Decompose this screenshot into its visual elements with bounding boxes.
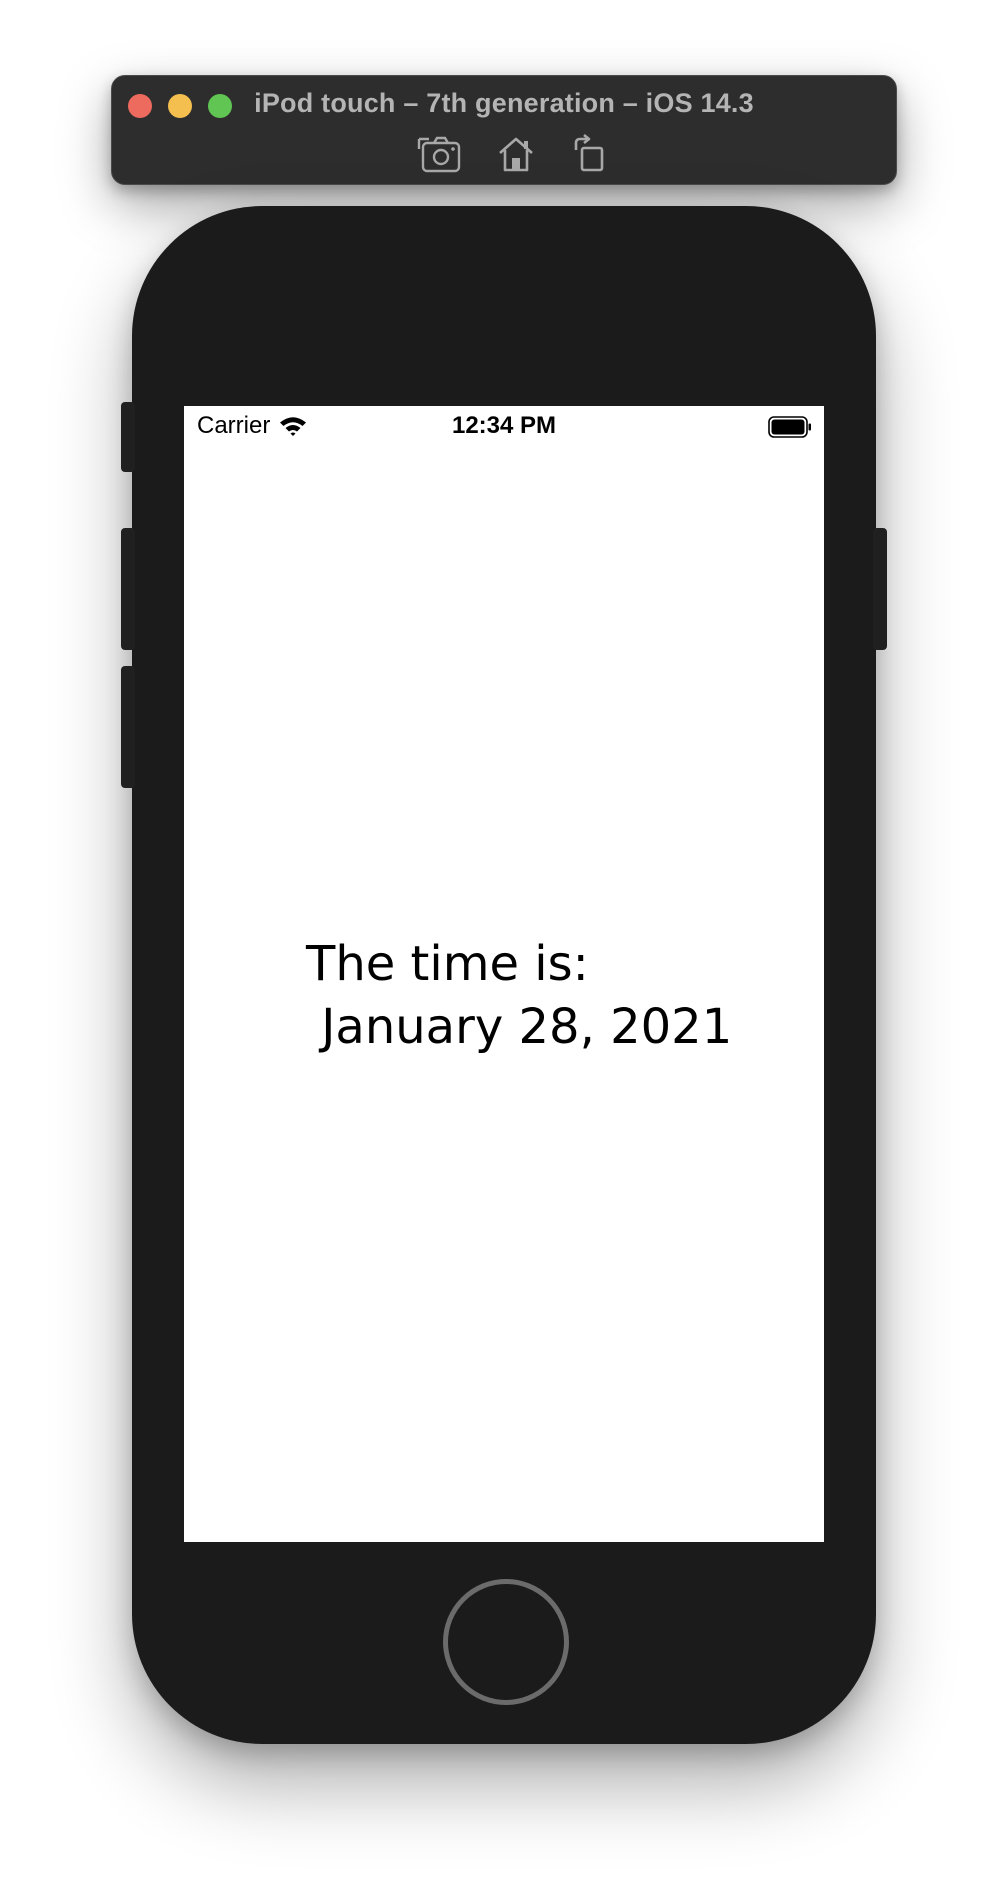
time-label: The time is:: [306, 936, 589, 992]
simulator-toolbar: [112, 131, 896, 177]
screenshot-icon: [417, 136, 461, 173]
window-title: iPod touch – 7th generation – iOS 14.3: [254, 88, 754, 118]
device-screen[interactable]: Carrier 12:34 PM The time is: January 28…: [184, 406, 824, 1542]
date-value: January 28, 2021: [306, 999, 733, 1055]
mute-switch: [121, 402, 135, 472]
rotate-button[interactable]: [566, 131, 614, 177]
simulator-title-bar: iPod touch – 7th generation – iOS 14.3: [111, 75, 897, 185]
screenshot-button[interactable]: [416, 131, 464, 177]
rotate-icon: [574, 134, 604, 172]
device-home-button[interactable]: [443, 1579, 569, 1705]
home-button-toolbar[interactable]: [492, 131, 540, 177]
power-button: [873, 528, 887, 650]
app-content: The time is: January 28, 2021: [184, 406, 824, 1542]
volume-up-button: [121, 528, 135, 650]
home-icon: [499, 137, 533, 172]
volume-down-button: [121, 666, 135, 788]
